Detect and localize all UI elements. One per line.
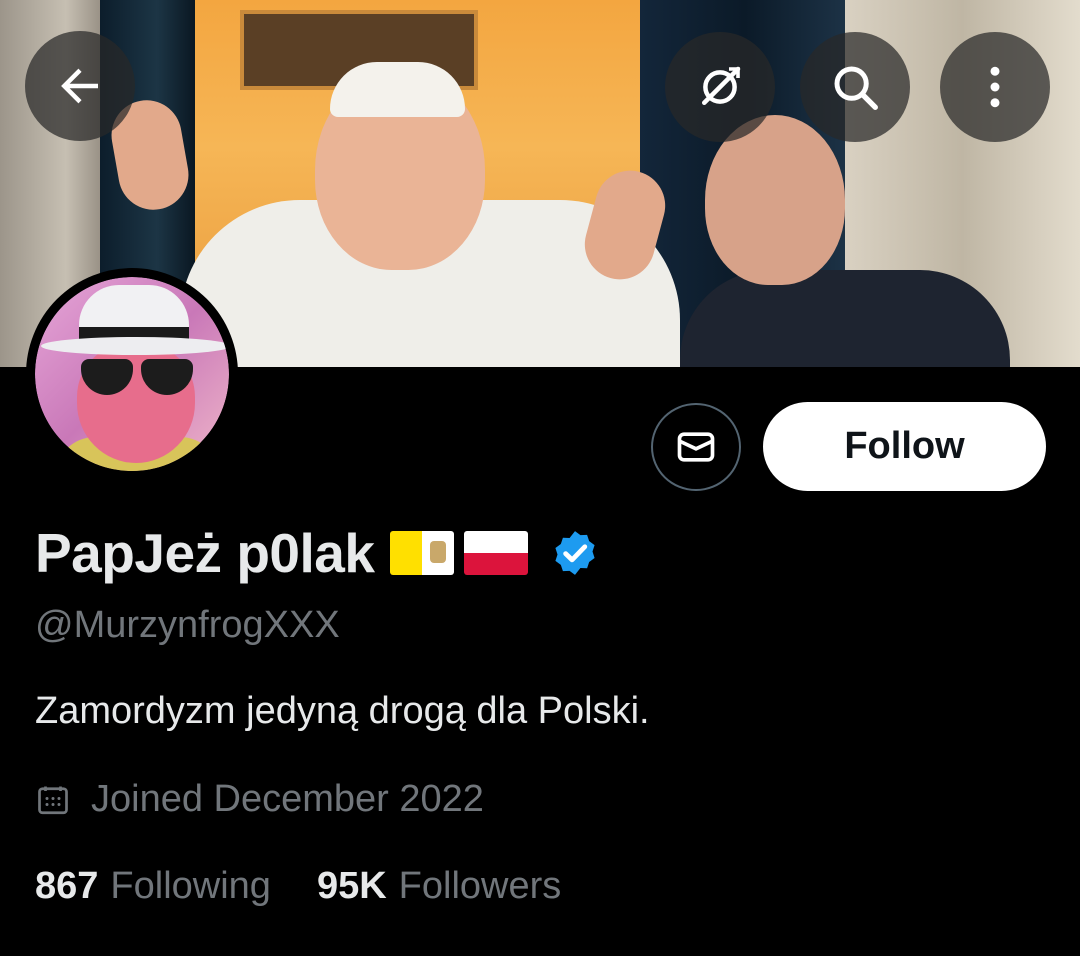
followers-label: Followers bbox=[398, 865, 562, 907]
bio: Zamordyzm jedyną drogą dla Polski. bbox=[35, 690, 650, 732]
vatican-flag-icon bbox=[390, 531, 455, 575]
name-row: PapJeż p0lak bbox=[35, 518, 600, 588]
profile-stats: 867 Following 95K Followers bbox=[35, 865, 561, 908]
avatar[interactable] bbox=[26, 268, 238, 480]
handle: @MurzynfrogXXX bbox=[35, 604, 340, 646]
joined-label: Joined December 2022 bbox=[91, 778, 484, 820]
grok-button[interactable] bbox=[665, 32, 775, 142]
search-button[interactable] bbox=[800, 32, 910, 142]
back-button[interactable] bbox=[25, 31, 135, 141]
more-vertical-icon bbox=[990, 66, 1000, 108]
message-button[interactable] bbox=[651, 403, 741, 491]
following-link[interactable]: 867 Following bbox=[35, 865, 271, 908]
calendar-icon bbox=[38, 786, 68, 814]
search-icon bbox=[834, 66, 878, 110]
envelope-icon bbox=[677, 432, 715, 462]
banner-second-figure-suit bbox=[680, 270, 1010, 367]
more-options-button[interactable] bbox=[940, 32, 1050, 142]
avatar-hat-brim bbox=[41, 337, 229, 355]
following-label: Following bbox=[110, 865, 271, 907]
poland-flag-icon bbox=[464, 531, 529, 575]
followers-count: 95K bbox=[316, 865, 387, 907]
follow-button[interactable]: Follow bbox=[763, 402, 1046, 491]
following-count: 867 bbox=[35, 865, 99, 907]
followers-link[interactable]: 95K Followers bbox=[317, 865, 561, 908]
arrow-left-icon bbox=[61, 68, 98, 104]
display-name: PapJeż p0lak bbox=[35, 522, 375, 584]
verified-badge-icon[interactable] bbox=[550, 528, 600, 578]
banner-figure-cap bbox=[330, 62, 465, 117]
grok-icon bbox=[702, 66, 741, 105]
joined-date: Joined December 2022 bbox=[35, 778, 484, 821]
